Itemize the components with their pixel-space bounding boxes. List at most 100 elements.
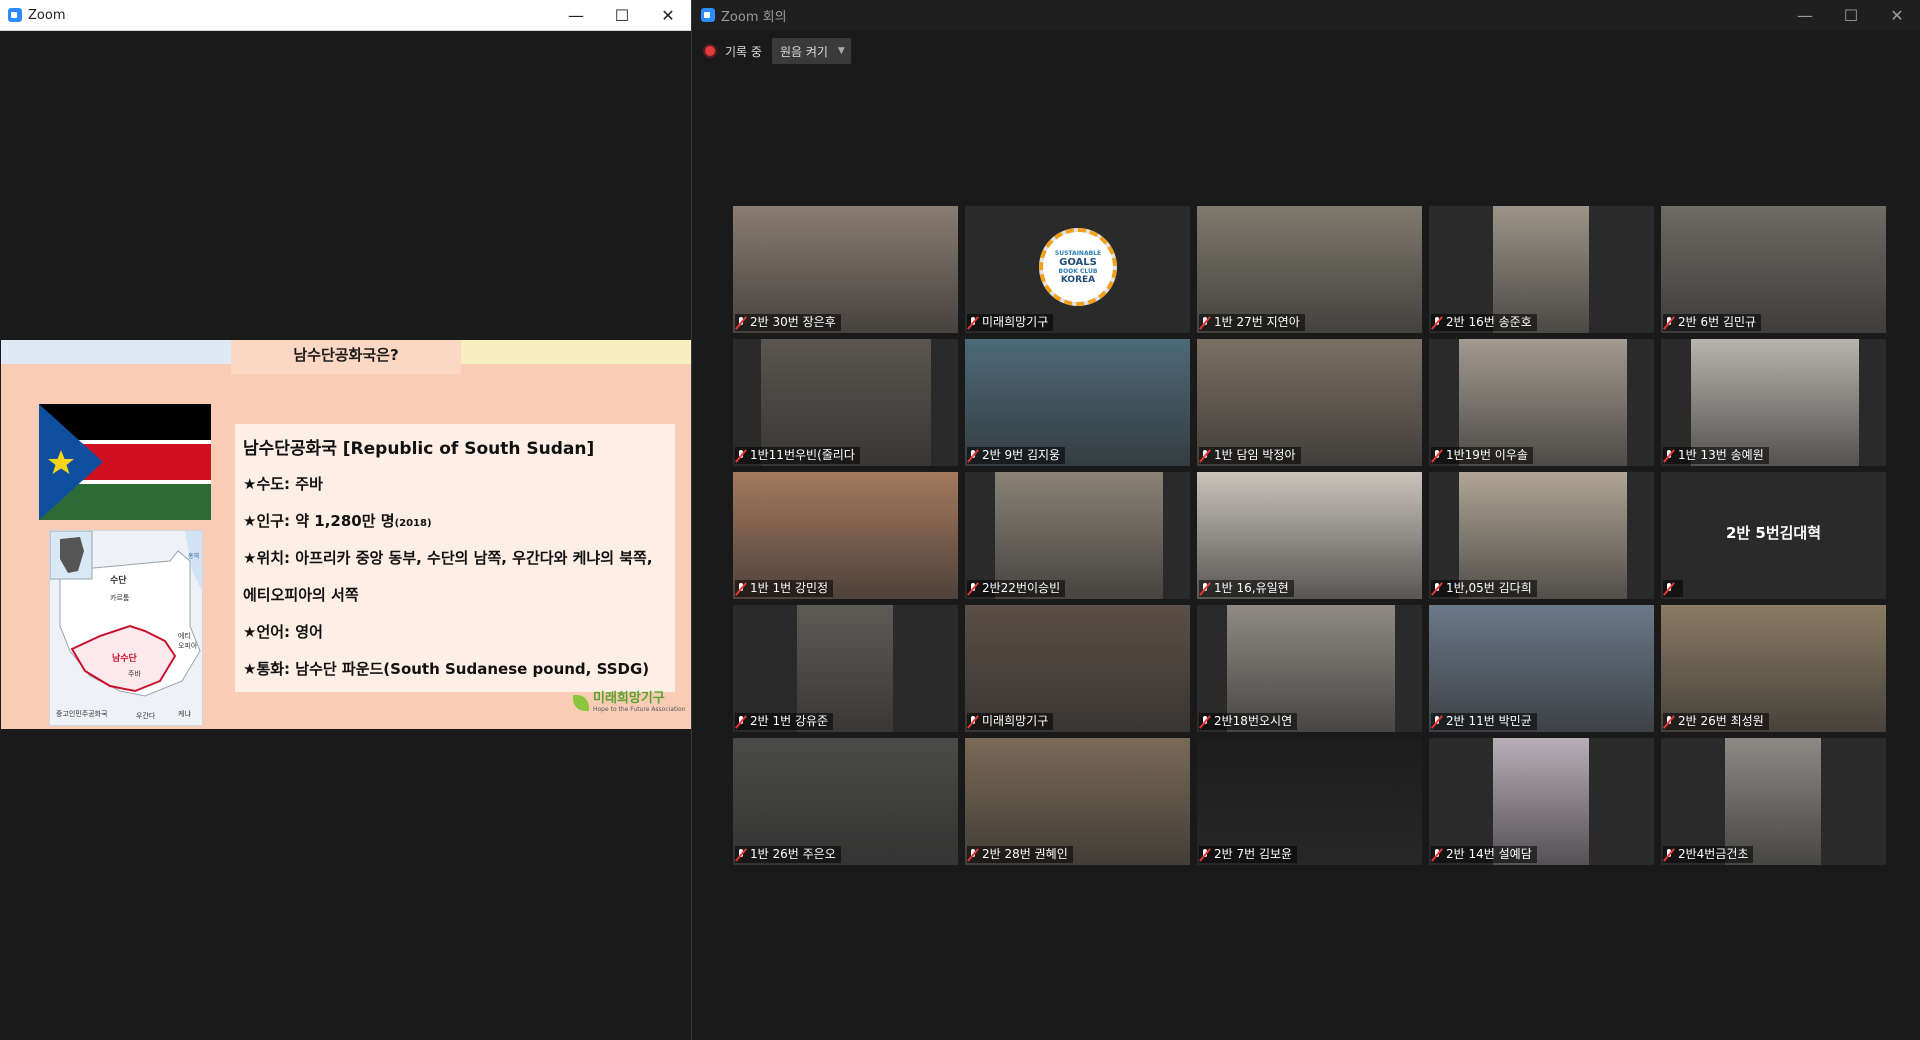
- participant-name: 1반 1번 강민정: [750, 581, 829, 595]
- participant-tile[interactable]: 2반 11번 박민균: [1429, 605, 1654, 732]
- participant-tile[interactable]: 1반 담임 박정아: [1197, 339, 1422, 466]
- gallery-titlebar[interactable]: Zoom 회의 — ☐ ✕: [693, 0, 1920, 30]
- muted-mic-icon: [1433, 316, 1441, 329]
- location-line-2: 에티오피아의 서쪽: [243, 586, 359, 604]
- participant-tile[interactable]: 2반18번오시연: [1197, 605, 1422, 732]
- participant-name: 2반 14번 설예담: [1446, 847, 1532, 861]
- currency-line: ★통화: 남수단 파운드(South Sudanese pound, SSDG): [243, 660, 650, 678]
- muted-mic-icon: [969, 449, 977, 462]
- map-shapes: [50, 531, 202, 725]
- participant-name: 2반 9번 김지웅: [982, 448, 1061, 462]
- share-titlebar[interactable]: Zoom — ☐ ✕: [0, 0, 691, 31]
- participant-name-label: 미래희망기구: [967, 713, 1054, 730]
- participant-tile[interactable]: SUSTAINABLE GOALS BOOK CLUB KOREA 미래희망기구: [965, 206, 1190, 333]
- map-label-khartoum: 카르툼: [110, 594, 130, 602]
- participant-name-label: 1반 1번 강민정: [735, 580, 834, 597]
- maximize-button[interactable]: ☐: [599, 0, 645, 30]
- minimize-button[interactable]: —: [553, 0, 599, 30]
- participant-name-label: 2반 30번 장은후: [735, 314, 841, 331]
- capital-line: ★수도: 주바: [243, 475, 323, 493]
- participant-display-name: 2반 5번김대혁: [1725, 524, 1822, 542]
- muted-mic-icon: [1665, 715, 1673, 728]
- minimize-button[interactable]: —: [1782, 0, 1828, 30]
- population-year: (2018): [394, 518, 432, 529]
- participant-name: 미래희망기구: [982, 714, 1049, 728]
- participant-name-label: 2반4번금건초: [1663, 846, 1754, 863]
- participant-name-label: 2반 6번 김민규: [1663, 314, 1762, 331]
- map-label-juba: 주바: [128, 670, 141, 678]
- participant-tile[interactable]: 2반 9번 김지웅: [965, 339, 1190, 466]
- participant-tile[interactable]: 2반22번이승빈: [965, 472, 1190, 599]
- logo-korean-text: 미래희망기구: [593, 691, 665, 706]
- maximize-button[interactable]: ☐: [1828, 0, 1874, 30]
- participant-tile[interactable]: 2반 16번 송준호: [1429, 206, 1654, 333]
- screen-share-window: Zoom — ☐ ✕ 남수단공화국은? 수단 카르툼 남수단 주바 에티 오피아…: [0, 0, 692, 1040]
- participant-tile[interactable]: 2반 7번 김보윤: [1197, 738, 1422, 865]
- map-label-car: 중고인민주공화국: [56, 710, 108, 718]
- participant-name: 2반 6번 김민규: [1678, 315, 1757, 329]
- participant-name: 2반 11번 박민균: [1446, 714, 1532, 728]
- participant-name: 2반18번오시연: [1214, 714, 1293, 728]
- participant-tile[interactable]: 2반 14번 설예담: [1429, 738, 1654, 865]
- participant-name-label: 2반 16번 송준호: [1431, 314, 1537, 331]
- map-label-sudan: 수단: [110, 576, 127, 586]
- logo-ring: [1039, 228, 1117, 306]
- share-window-title: Zoom: [28, 7, 66, 23]
- participant-name-label: 2반 28번 권혜인: [967, 846, 1073, 863]
- participant-tile[interactable]: 1반 16,유일현: [1197, 472, 1422, 599]
- original-sound-label: 원음 켜기: [779, 44, 828, 59]
- participant-tile[interactable]: 1반,05번 김다희: [1429, 472, 1654, 599]
- participant-tile[interactable]: 2반 5번김대혁: [1661, 472, 1886, 599]
- participant-tile[interactable]: 2반 1번 강유준: [733, 605, 958, 732]
- participant-name-label: 1반11번우빈(줄리다: [735, 447, 860, 464]
- participant-name-label: 2반22번이승빈: [967, 580, 1066, 597]
- participant-tile[interactable]: 1반 1번 강민정: [733, 472, 958, 599]
- muted-mic-icon: [969, 316, 977, 329]
- muted-mic-icon: [1665, 449, 1673, 462]
- participant-name: 2반 16번 송준호: [1446, 315, 1532, 329]
- map-label-kenya: 케냐: [178, 710, 191, 718]
- participant-tile[interactable]: 미래희망기구: [965, 605, 1190, 732]
- participant-name: 1반11번우빈(줄리다: [750, 448, 855, 462]
- participant-name-label: 1반19번 이우솔: [1431, 447, 1533, 464]
- participant-name: 1반,05번 김다희: [1446, 581, 1532, 595]
- slide-band-left: [1, 340, 231, 364]
- muted-mic-icon: [737, 582, 745, 595]
- participant-name-label: 2반 1번 강유준: [735, 713, 834, 730]
- population-text: ★인구: 약 1,280만 명: [243, 512, 395, 530]
- map-label-ethiopia: 에티 오피아: [178, 632, 198, 650]
- participant-tile[interactable]: 1반11번우빈(줄리다: [733, 339, 958, 466]
- map-label-south-sudan: 남수단: [112, 654, 137, 664]
- participant-name: 미래희망기구: [982, 315, 1049, 329]
- muted-mic-icon: [1201, 848, 1209, 861]
- participant-tile[interactable]: 2반 28번 권혜인: [965, 738, 1190, 865]
- participant-name: 2반4번금건초: [1678, 847, 1749, 861]
- participant-tile[interactable]: 2반4번금건초: [1661, 738, 1886, 865]
- gallery-window: Zoom 회의 — ☐ ✕ 기록 중 원음 켜기 ▼ 2반 30번 장은후 SUS…: [693, 0, 1920, 1040]
- participant-tile[interactable]: 2반 26번 최성원: [1661, 605, 1886, 732]
- participant-tile[interactable]: 1반19번 이우솔: [1429, 339, 1654, 466]
- participant-name-label: 미래희망기구: [967, 314, 1054, 331]
- muted-mic-icon: [969, 715, 977, 728]
- close-button[interactable]: ✕: [1874, 0, 1920, 30]
- close-button[interactable]: ✕: [645, 0, 691, 30]
- logo-english-text: Hope to the Future Association: [593, 706, 686, 713]
- shared-slide: 남수단공화국은? 수단 카르툼 남수단 주바 에티 오피아 중고인민주공화국 우…: [1, 340, 691, 729]
- original-sound-button[interactable]: 원음 켜기 ▼: [771, 38, 851, 64]
- country-info-box: 남수단공화국 [Republic of South Sudan] ★수도: 주바…: [235, 424, 675, 692]
- participant-name: 2반 26번 최성원: [1678, 714, 1764, 728]
- participant-name: 1반 27번 지연아: [1214, 315, 1300, 329]
- participant-name-label: 1반 26번 주은오: [735, 846, 841, 863]
- location-line-1: ★위치: 아프리카 중앙 동부, 수단의 남쪽, 우간다와 케냐의 북쪽,: [243, 549, 653, 567]
- participant-tile[interactable]: 2반 30번 장은후: [733, 206, 958, 333]
- chevron-down-icon[interactable]: ▼: [838, 46, 845, 56]
- recording-bar: 기록 중 원음 켜기 ▼: [703, 38, 851, 64]
- participant-tile[interactable]: 1반 27번 지연아: [1197, 206, 1422, 333]
- participant-tile[interactable]: 2반 6번 김민규: [1661, 206, 1886, 333]
- participant-tile[interactable]: 1반 26번 주은오: [733, 738, 958, 865]
- muted-mic-icon: [1433, 449, 1441, 462]
- map-label-sea: 홍해: [188, 553, 200, 560]
- participant-tile[interactable]: 1반 13번 송예원: [1661, 339, 1886, 466]
- south-sudan-map: 수단 카르툼 남수단 주바 에티 오피아 중고인민주공화국 우간다 케냐 홍해: [49, 530, 203, 726]
- muted-mic-icon: [1433, 582, 1441, 595]
